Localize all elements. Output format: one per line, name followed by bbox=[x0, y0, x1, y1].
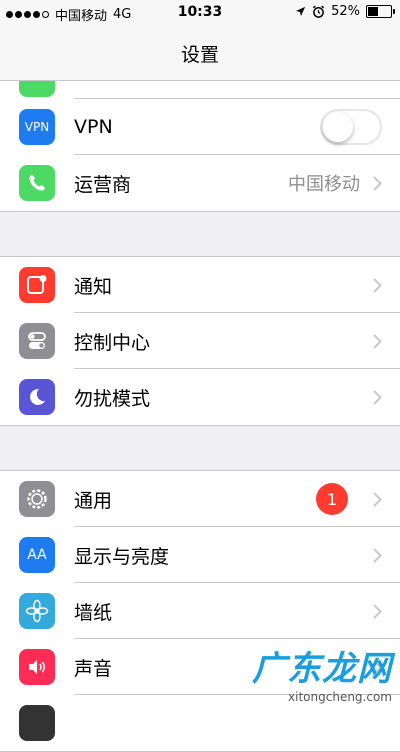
settings-row-wallpaper[interactable]: 墙纸 bbox=[0, 583, 400, 639]
partial-green-icon bbox=[19, 81, 55, 97]
settings-row-notifications[interactable]: 通知 bbox=[0, 257, 400, 313]
status-bar: 中国移动 4G 10:33 52% bbox=[0, 0, 400, 26]
battery-percent: 52% bbox=[331, 4, 360, 19]
vpn-toggle[interactable] bbox=[320, 109, 382, 145]
partial-next-icon bbox=[19, 705, 55, 741]
list-item-partial[interactable] bbox=[0, 81, 400, 99]
chevron-right-icon bbox=[368, 602, 386, 620]
flower-icon bbox=[19, 593, 55, 629]
status-right: 52% bbox=[295, 4, 395, 19]
navigation-bar: 设置 bbox=[0, 26, 400, 81]
alarm-clock-icon bbox=[312, 5, 325, 18]
control-center-icon bbox=[19, 323, 55, 359]
chevron-right-icon bbox=[368, 546, 386, 564]
location-arrow-icon bbox=[296, 6, 306, 17]
battery-icon bbox=[366, 5, 395, 18]
watermark: 广东龙网 xitongcheng.com bbox=[252, 641, 392, 704]
chevron-right-icon bbox=[368, 388, 386, 406]
chevron-right-icon bbox=[368, 174, 386, 192]
watermark-url: xitongcheng.com bbox=[288, 690, 392, 704]
settings-row-control-center[interactable]: 控制中心 bbox=[0, 313, 400, 369]
settings-group-network: VPN VPN 运营商 中国移动 bbox=[0, 81, 400, 212]
page-title: 设置 bbox=[180, 44, 219, 66]
chevron-right-icon bbox=[368, 490, 386, 508]
settings-row-do-not-disturb[interactable]: 勿扰模式 bbox=[0, 369, 400, 425]
do-not-disturb-label: 勿扰模式 bbox=[74, 387, 151, 410]
settings-row-display[interactable]: AA 显示与亮度 bbox=[0, 527, 400, 583]
carrier-label: 运营商 bbox=[74, 173, 132, 196]
carrier-detail: 中国移动 bbox=[288, 174, 360, 195]
settings-row-carrier[interactable]: 运营商 中国移动 bbox=[0, 155, 400, 211]
settings-group-alerts: 通知 控制中心 勿扰模式 bbox=[0, 256, 400, 426]
update-badge: 1 bbox=[316, 483, 348, 515]
display-icon-text: AA bbox=[27, 547, 47, 563]
chevron-right-icon bbox=[368, 276, 386, 294]
vpn-label: VPN bbox=[74, 116, 113, 138]
control-center-label: 控制中心 bbox=[74, 331, 151, 354]
settings-row-vpn[interactable]: VPN VPN bbox=[0, 99, 400, 155]
wallpaper-label: 墙纸 bbox=[74, 601, 113, 624]
chevron-right-icon bbox=[368, 332, 386, 350]
vpn-icon-text: VPN bbox=[24, 120, 50, 134]
phone-icon bbox=[19, 165, 55, 201]
speaker-icon bbox=[19, 649, 55, 685]
vpn-icon: VPN bbox=[19, 109, 55, 145]
notifications-icon bbox=[19, 267, 55, 303]
settings-row-general[interactable]: 通用 1 bbox=[0, 471, 400, 527]
notifications-label: 通知 bbox=[74, 275, 113, 298]
display-label: 显示与亮度 bbox=[74, 545, 170, 568]
gear-icon bbox=[19, 481, 55, 517]
general-label: 通用 bbox=[74, 489, 113, 512]
display-brightness-icon: AA bbox=[19, 537, 55, 573]
watermark-text: 广东龙网 bbox=[252, 649, 392, 689]
moon-icon bbox=[19, 379, 55, 415]
